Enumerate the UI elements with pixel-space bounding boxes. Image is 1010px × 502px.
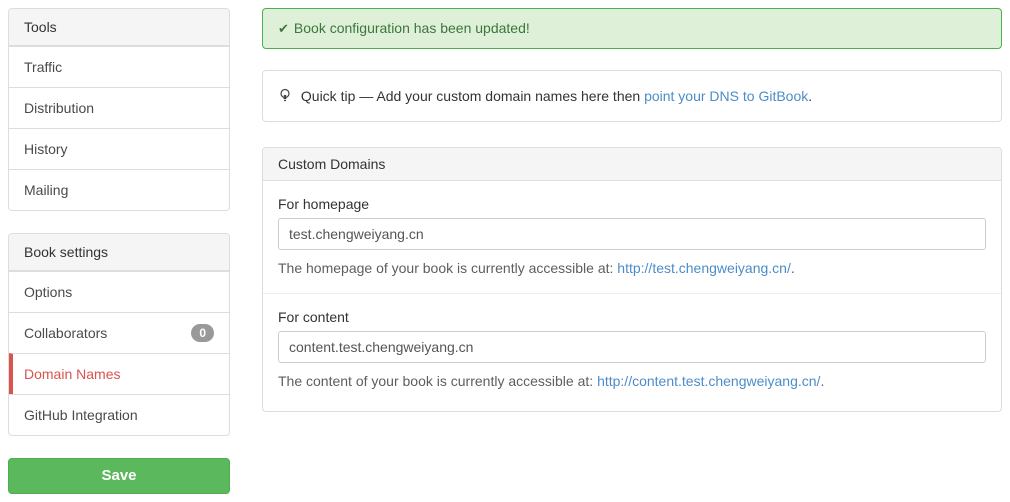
homepage-domain-input[interactable]: [278, 218, 986, 250]
success-alert-text: Book configuration has been updated!: [293, 20, 530, 36]
custom-domains-panel: Custom Domains For homepage The homepage…: [262, 147, 1002, 412]
sidebar-item-options[interactable]: Options: [9, 271, 229, 312]
quick-tip-suffix: .: [808, 88, 813, 104]
homepage-help-suffix: .: [790, 260, 795, 276]
page: Tools Traffic Distribution History Maili…: [0, 0, 1010, 502]
quick-tip-box: Quick tip — Add your custom domain names…: [262, 70, 1002, 122]
sidebar-item-label: Options: [24, 284, 73, 300]
sidebar-item-label: History: [24, 141, 68, 157]
tools-panel: Tools Traffic Distribution History Maili…: [8, 8, 230, 211]
book-settings-header: Book settings: [9, 234, 229, 271]
custom-domains-body: For homepage The homepage of your book i…: [263, 181, 1001, 411]
content-url-link[interactable]: http://content.test.chengweiyang.cn/: [597, 373, 820, 389]
quick-tip-text: Quick tip — Add your custom domain names…: [300, 88, 641, 104]
sidebar-item-label: Traffic: [24, 59, 63, 75]
dns-gitbook-link[interactable]: point your DNS to GitBook: [644, 88, 808, 104]
sidebar-item-mailing[interactable]: Mailing: [9, 169, 229, 210]
tools-header: Tools: [9, 9, 229, 46]
sidebar-item-github-integration[interactable]: GitHub Integration: [9, 394, 229, 435]
sidebar-item-distribution[interactable]: Distribution: [9, 87, 229, 128]
content-domain-input[interactable]: [278, 331, 986, 363]
main-content: ✔ Book configuration has been updated! Qu…: [262, 8, 1002, 412]
homepage-help-text: The homepage of your book is currently a…: [278, 260, 614, 276]
custom-domains-header: Custom Domains: [263, 148, 1001, 181]
book-settings-panel: Book settings Options 0 Collaborators Do…: [8, 233, 230, 436]
sidebar-item-label: GitHub Integration: [24, 407, 138, 423]
success-alert: ✔ Book configuration has been updated!: [262, 8, 1002, 49]
homepage-domain-label: For homepage: [278, 196, 370, 212]
sidebar-item-label: Domain Names: [24, 366, 121, 382]
sidebar-item-domain-names[interactable]: Domain Names: [9, 353, 229, 394]
content-domain-help: The content of your book is currently ac…: [278, 371, 986, 391]
section-divider: [263, 293, 1001, 294]
sidebar: Tools Traffic Distribution History Maili…: [8, 8, 230, 494]
homepage-domain-help: The homepage of your book is currently a…: [278, 258, 986, 278]
content-domain-label: For content: [278, 309, 349, 325]
sidebar-item-label: Collaborators: [24, 325, 108, 341]
homepage-url-link[interactable]: http://test.chengweiyang.cn/: [617, 260, 791, 276]
sidebar-item-label: Mailing: [24, 182, 69, 198]
sidebar-item-history[interactable]: History: [9, 128, 229, 169]
lightbulb-icon: [280, 88, 290, 102]
collaborators-count-badge: 0: [191, 324, 214, 342]
check-icon: ✔: [278, 21, 289, 36]
sidebar-item-label: Distribution: [24, 100, 95, 116]
content-domain-section: For content The content of your book is …: [278, 309, 986, 396]
sidebar-item-collaborators[interactable]: 0 Collaborators: [9, 312, 229, 353]
homepage-domain-section: For homepage The homepage of your book i…: [278, 196, 986, 278]
sidebar-item-traffic[interactable]: Traffic: [9, 46, 229, 87]
save-button[interactable]: Save: [8, 458, 230, 494]
content-help-text: The content of your book is currently ac…: [278, 373, 594, 389]
content-help-suffix: .: [820, 373, 825, 389]
